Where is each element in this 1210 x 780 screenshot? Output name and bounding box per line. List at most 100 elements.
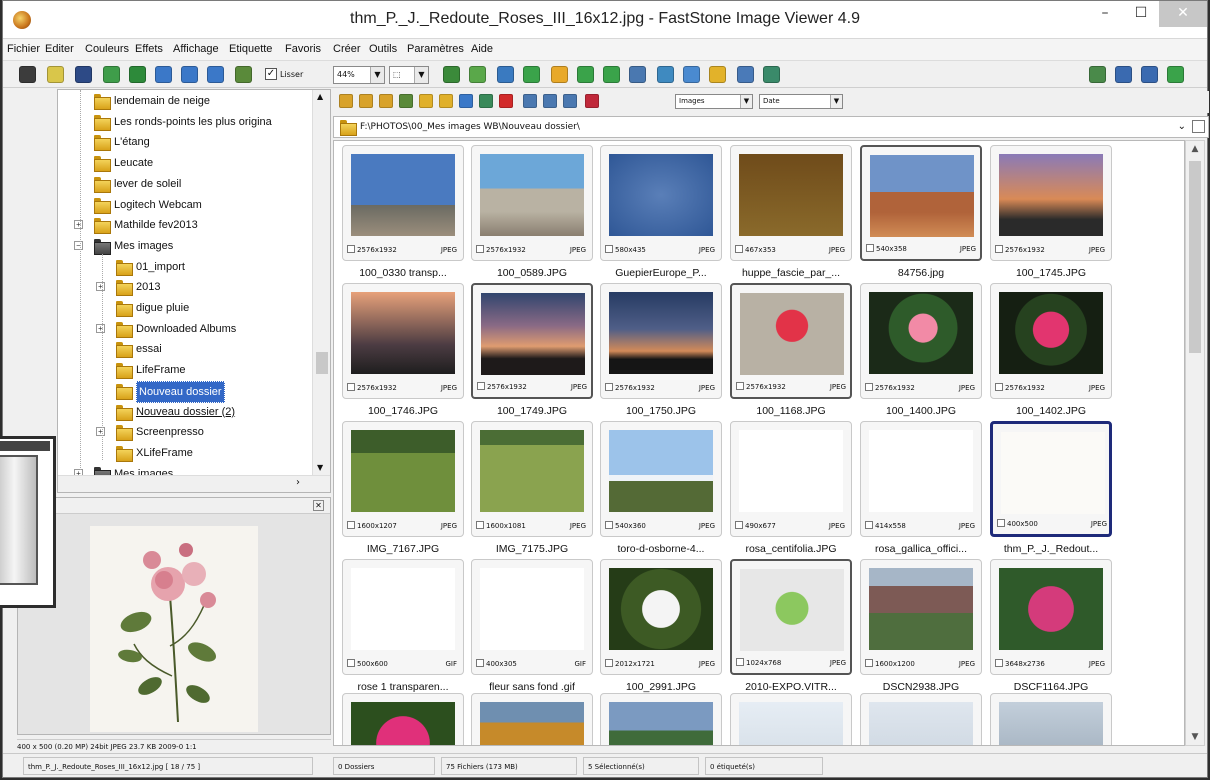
thumbnail-card[interactable]: 2576x1932 JPEG	[471, 145, 593, 261]
menu-parametres[interactable]: Paramètres	[407, 43, 464, 55]
thumbnail-card[interactable]: 414x558 JPEG	[860, 421, 982, 537]
thumbnail-card[interactable]: 3648x2736 JPEG	[990, 559, 1112, 675]
thumbnail-card[interactable]: 2576x1932 JPEG	[342, 283, 464, 399]
toolbar-tool-icon-12[interactable]	[497, 66, 514, 83]
toolbar-tool-icon-17[interactable]	[629, 66, 646, 83]
thumbnail-filename[interactable]: huppe_fascie_par_...	[727, 267, 855, 279]
browser-tool-icon-5[interactable]	[419, 94, 433, 108]
toolbar-tool-icon-10[interactable]	[443, 66, 460, 83]
scroll-up-icon[interactable]: ▲	[317, 92, 323, 101]
thumbnail-card[interactable]: 2576x1932 JPEG	[990, 145, 1112, 261]
lisser-checkbox[interactable]: ✓	[265, 68, 277, 80]
thumbnail-card[interactable]: 2012x1721 JPEG	[600, 559, 722, 675]
toolbar-tool-icon-5[interactable]	[129, 66, 146, 83]
thumbnail-card[interactable]: 1024x768 JPEG	[730, 559, 852, 675]
chevron-down-icon[interactable]: ⌄	[1178, 117, 1186, 137]
menu-fichier[interactable]: Fichier	[7, 43, 40, 55]
minimize-button[interactable]: –	[1085, 1, 1125, 27]
tag-checkbox[interactable]	[605, 521, 613, 529]
tag-checkbox[interactable]	[995, 383, 1003, 391]
thumbnail-filename[interactable]: rosa_gallica_offici...	[857, 543, 985, 555]
thumbnail-filename[interactable]: 100_1400.JPG	[857, 405, 985, 417]
thumbnail-filename[interactable]: 2010-EXPO.VITR...	[727, 681, 855, 693]
filter-select[interactable]: Images ▼	[675, 94, 753, 109]
toolbar-tool-icon-18[interactable]	[657, 66, 674, 83]
view-mode-icon-1[interactable]	[1089, 66, 1106, 83]
fit-select[interactable]: ⬚ ▼	[389, 66, 429, 84]
thumbnail-card[interactable]: 2576x1932 JPEG	[600, 283, 722, 399]
browser-tool-icon-1[interactable]	[339, 94, 353, 108]
thumbnail-filename[interactable]: rose 1 transparen...	[339, 681, 467, 693]
expand-icon[interactable]: +	[96, 323, 105, 333]
menu-affichage[interactable]: Affichage	[173, 43, 219, 55]
tag-checkbox[interactable]	[995, 659, 1003, 667]
thumbnail-filename[interactable]: 100_1168.JPG	[727, 405, 855, 417]
tag-checkbox[interactable]	[865, 521, 873, 529]
thumbnail-card[interactable]: 500x600 GIF	[342, 559, 464, 675]
toolbar-tool-icon-2[interactable]	[47, 66, 64, 83]
tag-checkbox[interactable]	[347, 659, 355, 667]
toolbar-tool-icon-7[interactable]	[181, 66, 198, 83]
menu-creer[interactable]: Créer	[333, 43, 361, 55]
thumbnail-card[interactable]: 490x677 JPEG	[730, 421, 852, 537]
toolbar-tool-icon-6[interactable]	[155, 66, 172, 83]
thumbnail-filename[interactable]: 100_1749.JPG	[468, 405, 596, 417]
browser-tool-icon-12[interactable]	[563, 94, 577, 108]
toolbar-tool-icon-14[interactable]	[551, 66, 568, 83]
browser-tool-icon-10[interactable]	[523, 94, 537, 108]
tag-checkbox[interactable]	[605, 383, 613, 391]
thumbnail-filename[interactable]: 100_2991.JPG	[597, 681, 725, 693]
thumbnail-filename[interactable]: 100_0589.JPG	[468, 267, 596, 279]
browser-tool-icon-11[interactable]	[543, 94, 557, 108]
expand-icon[interactable]: +	[96, 282, 105, 292]
toolbar-tool-icon-1[interactable]	[19, 66, 36, 83]
thumbnail-card[interactable]: 400x305 GIF	[471, 559, 593, 675]
thumbnail-filename[interactable]: toro-d-osborne-4...	[597, 543, 725, 555]
thumbnail-card[interactable]	[730, 693, 852, 745]
thumbnail-card[interactable]: 2576x1932 JPEG	[342, 145, 464, 261]
tag-checkbox[interactable]	[736, 382, 744, 390]
thumbnail-scroll-thumb[interactable]	[1189, 161, 1201, 353]
browser-tool-icon-2[interactable]	[359, 94, 373, 108]
preview-image[interactable]	[90, 526, 258, 732]
close-button[interactable]: ✕	[1159, 1, 1207, 27]
tag-checkbox[interactable]	[866, 244, 874, 252]
thumbnail-card[interactable]: 400x500 JPEG	[990, 421, 1112, 537]
thumbnail-filename[interactable]: 100_1745.JPG	[987, 267, 1115, 279]
path-bar[interactable]: F:\PHOTOS\00_Mes images WB\Nouveau dossi…	[333, 116, 1209, 138]
tag-checkbox[interactable]	[477, 382, 485, 390]
close-icon[interactable]: ✕	[313, 500, 324, 511]
thumbnail-card[interactable]: 540x358 JPEG	[860, 145, 982, 261]
maximize-button[interactable]: ☐	[1121, 1, 1161, 27]
thumbnail-card[interactable]: 580x435 JPEG	[600, 145, 722, 261]
thumbnail-card[interactable]: 2576x1932 JPEG	[990, 283, 1112, 399]
thumbnail-card[interactable]	[471, 693, 593, 745]
thumbnail-filename[interactable]: GuepierEurope_P...	[597, 267, 725, 279]
thumbnail-card[interactable]: 2576x1932 JPEG	[730, 283, 852, 399]
view-mode-icon-4[interactable]	[1167, 66, 1184, 83]
thumbnail-filename[interactable]: 100_1750.JPG	[597, 405, 725, 417]
tag-checkbox[interactable]	[997, 519, 1005, 527]
collapse-icon[interactable]: −	[74, 240, 83, 250]
tag-checkbox[interactable]	[865, 383, 873, 391]
thumbnail-scrollbar[interactable]: ▲ ▼	[1185, 140, 1205, 746]
browser-tool-icon-4[interactable]	[399, 94, 413, 108]
browser-tool-icon-8[interactable]	[479, 94, 493, 108]
thumbnail-card[interactable]	[342, 693, 464, 745]
view-mode-icon-2[interactable]	[1115, 66, 1132, 83]
thumbnail-filename[interactable]: 100_1746.JPG	[339, 405, 467, 417]
thumbnail-filename[interactable]: fleur sans fond .gif	[468, 681, 596, 693]
thumbnail-card[interactable]: 1600x1200 JPEG	[860, 559, 982, 675]
toolbar-tool-icon-16[interactable]	[603, 66, 620, 83]
menu-favoris[interactable]: Favoris	[285, 43, 321, 55]
thumbnail-card[interactable]: 2576x1932 JPEG	[471, 283, 593, 399]
thumbnail-card[interactable]	[860, 693, 982, 745]
toolbar-tool-icon-8[interactable]	[207, 66, 224, 83]
thumbnail-card[interactable]: 1600x1081 JPEG	[471, 421, 593, 537]
toolbar-tool-icon-21[interactable]	[737, 66, 754, 83]
thumbnail-filename[interactable]: 100_1402.JPG	[987, 405, 1115, 417]
toolbar-tool-icon-9[interactable]	[235, 66, 252, 83]
scroll-right-icon[interactable]: ›	[296, 477, 300, 488]
tag-checkbox[interactable]	[476, 521, 484, 529]
tag-checkbox[interactable]	[605, 245, 613, 253]
